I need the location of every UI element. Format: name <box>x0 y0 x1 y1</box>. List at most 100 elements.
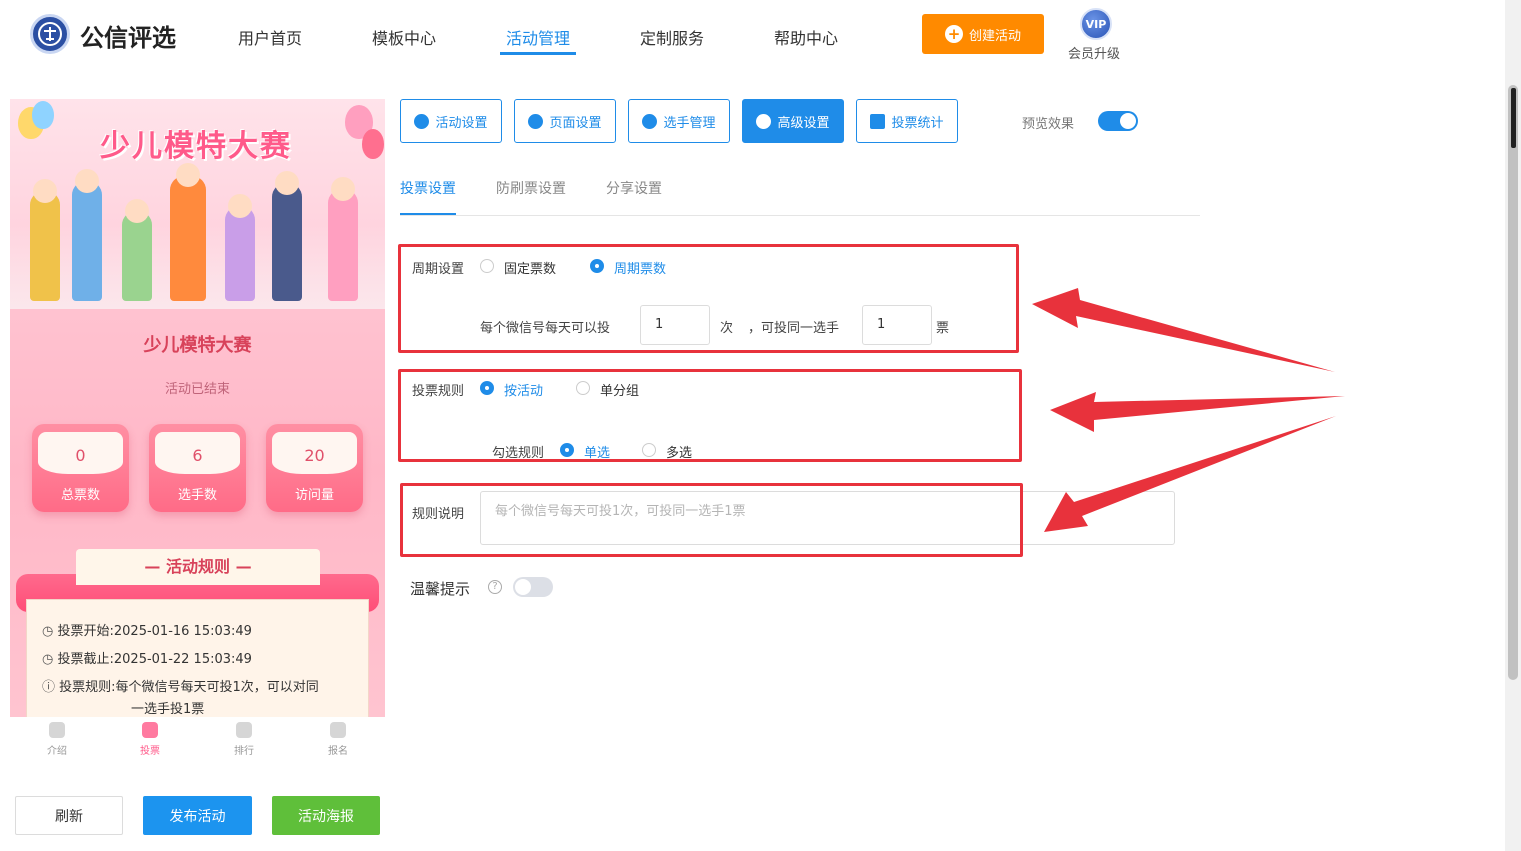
activity-settings-label: 活动设置 <box>435 115 488 131</box>
tab-vote-settings[interactable]: 投票设置 <box>400 178 456 198</box>
preview-toggle[interactable] <box>1098 111 1138 131</box>
stat-value: 20 <box>304 446 325 465</box>
page-settings-label: 页面设置 <box>549 115 602 131</box>
highlight-box-cycle <box>398 244 1019 353</box>
banner-title: 少儿模特大赛 <box>100 129 292 164</box>
create-activity-label: 创建活动 <box>968 28 1021 44</box>
nav-activity-management[interactable]: 活动管理 <box>506 25 570 49</box>
kid-figure <box>328 189 358 301</box>
vote-stats-label: 投票统计 <box>891 115 944 131</box>
kid-head <box>125 199 149 223</box>
create-activity-button[interactable]: + 创建活动 <box>922 14 1044 54</box>
nav-active-indicator <box>500 52 576 55</box>
activity-settings-button[interactable]: 活动设置 <box>400 99 502 143</box>
poster-button[interactable]: 活动海报 <box>272 796 380 835</box>
kid-figure <box>30 191 60 301</box>
rule-start: ◷ 投票开始:2025-01-16 15:03:49 <box>42 624 252 639</box>
kid-head <box>176 163 200 187</box>
stat-value: 6 <box>192 446 203 465</box>
arrow-icon <box>1050 392 1345 432</box>
stat-visits: 20 访问量 <box>266 424 363 512</box>
kid-figure <box>122 211 152 301</box>
stat-value: 0 <box>75 446 86 465</box>
balloon-icon <box>32 101 54 129</box>
stat-total-votes: 0 总票数 <box>32 424 129 512</box>
highlight-box-description <box>400 483 1023 557</box>
vote-icon <box>142 722 158 738</box>
page-settings-button[interactable]: 页面设置 <box>514 99 616 143</box>
annotation-arrows <box>1032 288 1345 532</box>
star-icon <box>414 113 430 129</box>
logo-icon[interactable] <box>30 14 70 54</box>
users-icon <box>642 113 658 129</box>
stat-label: 访问量 <box>294 488 334 503</box>
stat-label: 总票数 <box>60 488 100 503</box>
person-icon <box>49 722 65 738</box>
gear-icon <box>528 113 544 129</box>
kid-head <box>33 179 57 203</box>
rule-vote-value: 每个微信号每天可投1次，可以对同 <box>115 680 319 695</box>
stat-contestants: 6 选手数 <box>149 424 246 512</box>
contestant-management-button[interactable]: 选手管理 <box>628 99 730 143</box>
rule-vote: ⓘ 投票规则:每个微信号每天可投1次，可以对同 <box>42 680 319 695</box>
publish-button[interactable]: 发布活动 <box>143 796 252 835</box>
activity-title: 少儿模特大赛 <box>143 335 252 356</box>
rule-vote-label: 投票规则: <box>59 680 116 695</box>
bar-chart-icon <box>870 113 886 129</box>
advanced-settings-label: 高级设置 <box>777 115 830 131</box>
tab-ranking-label: 排行 <box>234 746 254 757</box>
activity-banner: 少儿模特大赛 <box>10 99 385 309</box>
balloon-icon <box>362 129 384 159</box>
heart-icon <box>236 722 252 738</box>
mobile-preview: 少儿模特大赛 少儿模特大赛 活动已结束 0 总票数 6 选手数 20 访问量 —… <box>10 99 385 717</box>
rule-end: ◷ 投票截止:2025-01-22 15:03:49 <box>42 652 252 667</box>
kid-head <box>331 177 355 201</box>
rule-start-value: 2025-01-16 15:03:49 <box>113 624 252 639</box>
arrow-icon <box>1032 288 1335 372</box>
kid-head <box>275 171 299 195</box>
tab-ranking[interactable]: 排行 <box>214 722 274 757</box>
brand-name[interactable]: 公信评选 <box>80 18 176 53</box>
rule-end-label: 投票截止: <box>57 652 114 667</box>
kid-figure <box>170 176 206 301</box>
vip-icon[interactable]: VIP <box>1080 8 1112 40</box>
highlight-box-vote-rule <box>398 369 1022 462</box>
tip-label: 温馨提示 <box>410 580 471 598</box>
kid-figure <box>225 206 255 301</box>
scrollbar-thumb[interactable] <box>1508 85 1518 680</box>
sliders-icon <box>756 113 772 129</box>
tab-signup[interactable]: 报名 <box>308 722 368 757</box>
rule-start-label: 投票开始: <box>57 624 114 639</box>
plus-icon: + <box>944 25 963 43</box>
kid-head <box>228 194 252 218</box>
tab-active-indicator <box>400 213 456 215</box>
refresh-button[interactable]: 刷新 <box>15 796 123 835</box>
vote-stats-button[interactable]: 投票统计 <box>856 99 958 143</box>
tab-intro[interactable]: 介绍 <box>27 722 87 757</box>
tab-anti-fraud[interactable]: 防刷票设置 <box>496 178 566 198</box>
kid-figure <box>72 181 102 301</box>
tip-toggle[interactable] <box>513 577 553 597</box>
stat-label: 选手数 <box>177 488 217 503</box>
kid-head <box>75 169 99 193</box>
nav-help-center[interactable]: 帮助中心 <box>774 25 838 49</box>
tab-signup-label: 报名 <box>328 746 348 757</box>
contestant-management-label: 选手管理 <box>663 115 716 131</box>
advanced-settings-button[interactable]: 高级设置 <box>742 99 844 143</box>
kid-figure <box>272 183 302 301</box>
rule-end-value: 2025-01-22 15:03:49 <box>113 652 252 667</box>
nav-custom-service[interactable]: 定制服务 <box>640 25 704 49</box>
tabs-divider <box>400 215 1200 216</box>
tab-vote[interactable]: 投票 <box>120 722 180 757</box>
vip-upgrade-link[interactable]: 会员升级 <box>1068 43 1120 62</box>
signup-icon <box>330 722 346 738</box>
tab-vote-label: 投票 <box>140 746 160 757</box>
activity-status: 活动已结束 <box>164 382 230 397</box>
rules-heading: — 活动规则 — <box>76 549 320 585</box>
nav-home[interactable]: 用户首页 <box>238 25 302 49</box>
tab-share-settings[interactable]: 分享设置 <box>606 178 662 198</box>
nav-templates[interactable]: 模板中心 <box>372 25 436 49</box>
help-icon[interactable]: ? <box>488 580 502 594</box>
arrow-icon <box>1044 416 1336 532</box>
scrollbar-marker <box>1511 88 1516 148</box>
